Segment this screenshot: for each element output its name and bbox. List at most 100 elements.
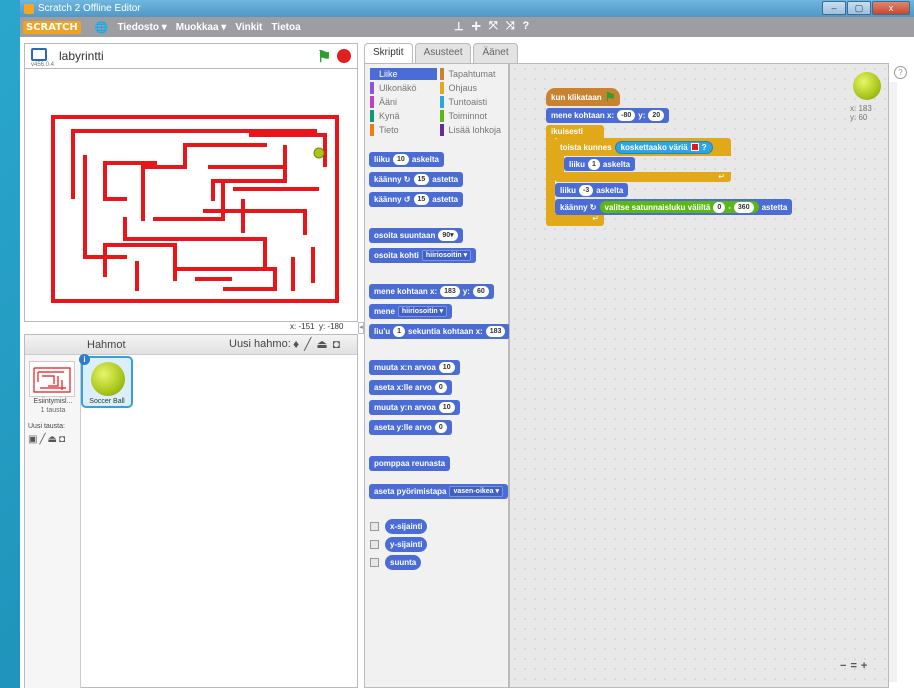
zoom-out-icon[interactable]: −	[840, 660, 846, 672]
block-rotation-style[interactable]: aseta pyörimistapa vasen-oikea ▾	[369, 484, 509, 499]
window-title: Scratch 2 Offline Editor	[38, 3, 141, 14]
new-backdrop-label: Uusi tausta:	[28, 423, 65, 430]
block-turn-left[interactable]: käänny ↺ 15 astetta	[369, 192, 464, 207]
stage-header: labyrintti v456.0.4 ⚑	[24, 43, 358, 68]
block-bounce[interactable]: pomppaa reunasta	[369, 456, 451, 471]
block-touching-color[interactable]: koskettaako väriä?	[614, 140, 713, 154]
title-bar: Scratch 2 Offline Editor – ▢ x	[20, 0, 914, 17]
category-2[interactable]: Ulkonäkö	[370, 82, 437, 94]
category-6[interactable]: Kynä	[370, 110, 437, 122]
block-turn-random[interactable]: käänny ↻ valitse satunnaisluku väliltä 0-3…	[555, 199, 793, 215]
block-when-flag-clicked[interactable]: kun klikataan ⚑	[546, 88, 621, 106]
duplicate-tool-icon[interactable]: ⊥	[454, 20, 464, 33]
block-goto-xy[interactable]: mene kohtaan x: 183 y: 60	[369, 284, 494, 299]
block-move[interactable]: liiku 10 askelta	[369, 152, 444, 167]
info-icon[interactable]: i	[79, 354, 90, 365]
stage-label: Esiintymisl...	[33, 398, 73, 405]
paint-sprite-icon[interactable]: ╱	[304, 337, 311, 351]
category-4[interactable]: Ääni	[370, 96, 437, 108]
block-change-x[interactable]: muuta x:n arvoa 10	[369, 360, 460, 375]
reporter-x-position[interactable]: x-sijainti	[385, 519, 428, 534]
app-icon	[24, 3, 34, 14]
category-list: Liike Tapahtumat Ulkonäkö Ohjaus Ääni Tuntoai…	[370, 68, 506, 136]
category-0[interactable]: Liike	[370, 68, 437, 80]
sprite-card-soccer-ball[interactable]: i Soccer Ball	[79, 354, 133, 408]
scratch-logo[interactable]: SCRATCH	[23, 20, 81, 34]
category-7[interactable]: Toiminnot	[439, 110, 507, 122]
category-9[interactable]: Lisää lohkoja	[439, 124, 507, 136]
block-turn-right[interactable]: käänny ↻ 15 astetta	[369, 172, 464, 187]
tab-costumes[interactable]: Asusteet	[414, 43, 472, 63]
app-window: Scratch 2 Offline Editor – ▢ x SCRATCH 🌐…	[20, 0, 914, 688]
reporter-direction[interactable]: suunta	[385, 555, 422, 570]
block-point-direction[interactable]: osoita suuntaan 90▾	[369, 228, 463, 243]
backdrop-library-icon[interactable]: ▣	[28, 434, 37, 445]
shrink-tool-icon[interactable]: ⤨	[506, 20, 515, 33]
block-change-y[interactable]: muuta y:n arvoa 10	[369, 400, 460, 415]
menu-bar: SCRATCH 🌐 Tiedosto ▾ Muokkaa ▾ Vinkit Ti…	[20, 17, 914, 37]
repeat-until-row: toista kunnes koskettaako väriä?	[555, 138, 718, 156]
mouse-coords: x: -151 y: -180	[290, 322, 344, 331]
block-glide[interactable]: liu'u 1 sekuntia kohtaan x: 183	[369, 324, 511, 339]
fullscreen-icon[interactable]	[31, 48, 47, 61]
reporter-y-position[interactable]: y-sijainti	[385, 537, 428, 552]
block-point-towards[interactable]: osoita kohti hiiriosoitin ▾	[369, 248, 477, 263]
help-icon[interactable]: ?	[894, 66, 907, 79]
block-pick-random[interactable]: valitse satunnaisluku väliltä 0-360	[599, 201, 759, 213]
sprite-library-icon[interactable]: ♦	[293, 337, 299, 351]
block-set-x[interactable]: aseta x:lle arvo 0	[369, 380, 452, 395]
close-button[interactable]: x	[872, 1, 910, 15]
block-move-minus3[interactable]: liiku -3 askelta	[555, 183, 629, 197]
checkbox-direction[interactable]	[370, 558, 379, 567]
zoom-reset-icon[interactable]: =	[850, 660, 856, 672]
menu-about[interactable]: Tietoa	[271, 22, 300, 33]
sprites-pane: Hahmot Uusi hahmo: ♦ ╱ ⏏ ◘ Esiintymisl..…	[24, 334, 358, 688]
soccer-ball-thumbnail	[91, 362, 125, 396]
checkbox-x-position[interactable]	[370, 522, 379, 531]
project-name[interactable]: labyrintti	[59, 49, 104, 63]
category-3[interactable]: Ohjaus	[439, 82, 507, 94]
forever-arm	[546, 138, 555, 214]
zoom-in-icon[interactable]: +	[861, 660, 867, 672]
delete-tool-icon[interactable]: ✛	[472, 20, 481, 33]
repeat-loop-icon: ↵	[555, 172, 731, 182]
sprites-header: Hahmot	[87, 339, 126, 351]
menu-file[interactable]: Tiedosto ▾	[117, 22, 166, 33]
block-goto[interactable]: mene hiiriosoitin ▾	[369, 304, 453, 319]
camera-sprite-icon[interactable]: ◘	[333, 337, 340, 351]
maximize-button[interactable]: ▢	[847, 1, 871, 15]
block-set-y[interactable]: aseta y:lle arvo 0	[369, 420, 452, 435]
green-flag-icon[interactable]: ⚑	[317, 47, 331, 67]
sprite-position: x: 183 y: 60	[850, 104, 872, 122]
upload-sprite-icon[interactable]: ⏏	[316, 337, 327, 351]
tab-sounds[interactable]: Äänet	[473, 43, 518, 63]
paint-backdrop-icon[interactable]: ╱	[39, 434, 45, 445]
menu-tips[interactable]: Vinkit	[235, 22, 262, 33]
minimize-button[interactable]: –	[822, 1, 846, 15]
help-tool-icon[interactable]: ?	[522, 20, 529, 33]
category-1[interactable]: Tapahtumat	[439, 68, 507, 80]
category-8[interactable]: Tieto	[370, 124, 437, 136]
stop-sign-icon[interactable]	[337, 49, 351, 63]
vertical-scrollbar[interactable]	[889, 82, 897, 682]
forever-loop-icon: ↵	[546, 214, 604, 226]
category-5[interactable]: Tuntoaisti	[439, 96, 507, 108]
language-globe-icon[interactable]: 🌐	[95, 21, 109, 34]
block-palette: Liike Tapahtumat Ulkonäkö Ohjaus Ääni Tuntoai…	[364, 63, 511, 688]
grow-tool-icon[interactable]: ⤧	[489, 20, 498, 33]
upload-backdrop-icon[interactable]: ⏏	[47, 434, 56, 445]
color-swatch	[690, 143, 699, 151]
camera-backdrop-icon[interactable]: ◘	[59, 434, 65, 445]
checkbox-y-position[interactable]	[370, 540, 379, 549]
block-goto-xy[interactable]: mene kohtaan x: -80 y: 20	[546, 108, 670, 123]
scripts-area[interactable]: kun klikataan ⚑ mene kohtaan x: -80 y: 20 ik…	[509, 63, 889, 688]
maze-drawing	[51, 115, 339, 303]
stage-canvas[interactable]	[24, 68, 358, 322]
block-move-1[interactable]: liiku 1 askelta	[564, 157, 636, 171]
stage-column: Esiintymisl... 1 tausta Uusi tausta: ▣ ╱…	[25, 355, 81, 688]
menu-edit[interactable]: Muokkaa ▾	[176, 22, 227, 33]
repeat-arm	[555, 156, 564, 172]
tab-scripts[interactable]: Skriptit	[364, 43, 413, 63]
stage-thumbnail[interactable]	[29, 361, 75, 397]
sprite-name: Soccer Ball	[89, 398, 125, 405]
